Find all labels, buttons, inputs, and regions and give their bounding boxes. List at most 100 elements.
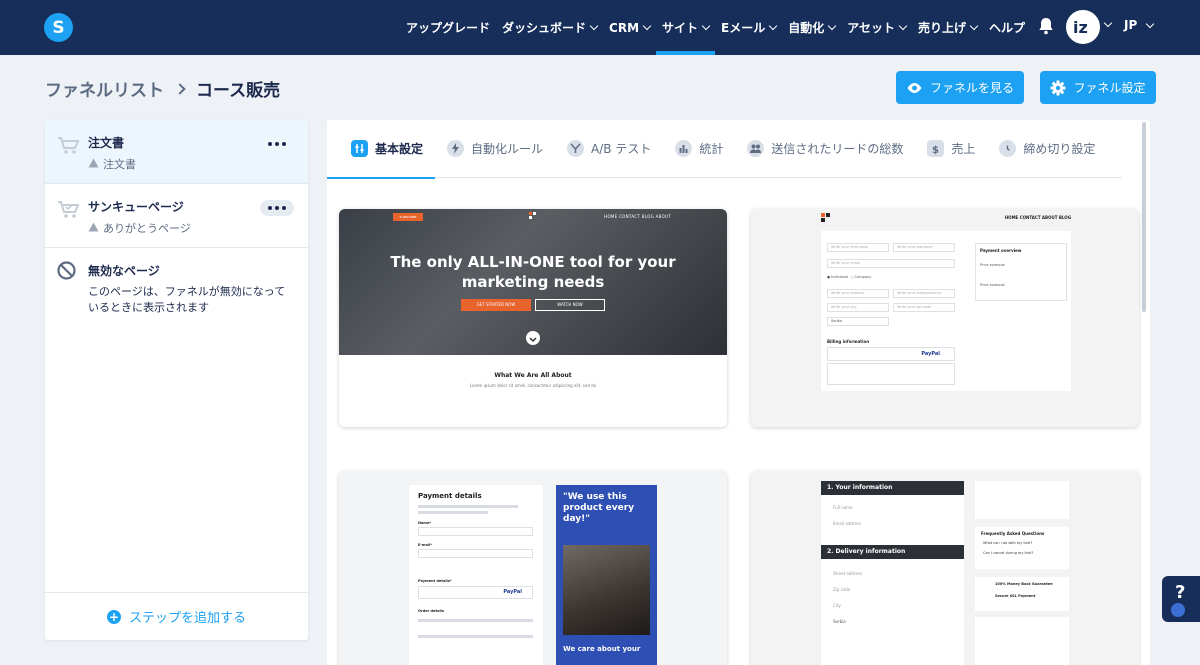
vertical-scrollbar[interactable] [1142, 122, 1146, 312]
template-card-payment-testimonial[interactable]: Payment details Name* E-mail* Payment de… [339, 471, 727, 665]
nav-item-sales[interactable]: 売り上げ [912, 0, 983, 55]
tab-total-leads[interactable]: 送信されたリードの総数 [747, 120, 903, 178]
app-logo[interactable]: S [44, 13, 73, 42]
funnel-steps-sidebar: 注文書 注文書 サンキューページ ありがとうページ 無効なページ このページは、… [45, 120, 308, 640]
nav-item-sites[interactable]: サイト [656, 0, 716, 55]
field-placeholder: Email address [833, 521, 862, 526]
chevron-right-icon [174, 82, 186, 95]
nav-item-crm[interactable]: CRM [603, 0, 656, 55]
nav-item-assets[interactable]: アセット [841, 0, 912, 55]
field-placeholder: Full name [833, 505, 853, 510]
chevron-down-icon [642, 21, 652, 31]
tab-automation-rules[interactable]: 自動化ルール [447, 120, 543, 178]
tab-label: 送信されたリードの総数 [771, 142, 904, 156]
language-selector[interactable]: JP [1124, 18, 1155, 32]
tab-deadline-settings[interactable]: 締め切り設定 [999, 120, 1095, 178]
nav-item-upgrade[interactable]: アップグレード [400, 0, 496, 55]
template-section-subtitle: Lorem ipsum dolor sit amet, consectetur … [469, 383, 597, 388]
funnel-settings-label: ファネル設定 [1073, 81, 1146, 95]
testimonial-footer: We care about your [563, 645, 641, 653]
nav-item-label: Eメール [721, 21, 766, 35]
step-thank-you-page[interactable]: サンキューページ ありがとうページ [45, 184, 308, 248]
template-payment-form: Payment details Name* E-mail* Payment de… [409, 485, 543, 665]
template-faq: Frequently Asked Questions What can I do… [975, 527, 1069, 569]
invalid-page-step[interactable]: 無効なページ このページは、ファネルが無効になって いるときに表示されます [45, 248, 308, 316]
page-title: コース販売 [196, 81, 281, 101]
chevron-down-icon [1146, 19, 1155, 28]
dot [275, 206, 279, 210]
invalid-page-description: このページは、ファネルが無効になって いるときに表示されます [88, 284, 288, 316]
tab-basic-settings[interactable]: 基本設定 [327, 120, 436, 179]
field-placeholder: Write your city [831, 305, 857, 309]
chevron-down-icon [589, 21, 599, 31]
field-placeholder: Write your address [831, 291, 865, 295]
step-subtitle: 注文書 [88, 156, 308, 172]
template-nav-links: HOME CONTACT ABOUT BLOG [1004, 215, 1071, 220]
nav-item-label: ヘルプ [989, 21, 1026, 35]
field-placeholder: Street address [833, 571, 863, 576]
field-label: Name* [418, 521, 432, 525]
nav-item-email[interactable]: Eメール [715, 0, 782, 55]
bar-chart-icon [675, 140, 693, 157]
nav-item-label: アセット [847, 21, 896, 35]
chevron-down-icon [969, 21, 979, 31]
faq-title: Frequently Asked Questions [981, 531, 1045, 536]
template-card-hero[interactable]: SUBSCRIBE HOME CONTACT BLOG ABOUT The on… [339, 209, 727, 427]
section-header: 1. Your information [821, 481, 964, 495]
ban-icon [57, 261, 76, 280]
svg-text:?: ? [1175, 582, 1185, 603]
description-line: このページは、ファネルが無効になって [88, 285, 286, 298]
add-step-button[interactable]: + ステップを追加する [45, 592, 308, 640]
users-icon [747, 140, 765, 157]
nav-item-label: ダッシュボード [502, 21, 587, 35]
field-placeholder: Write your lastname [897, 245, 933, 249]
nav-item-automation[interactable]: 自動化 [782, 0, 841, 55]
language-label: JP [1124, 18, 1138, 32]
quote-line: day!" [563, 514, 590, 524]
template-card-checkout[interactable]: HOME CONTACT ABOUT BLOG Write your first… [751, 209, 1139, 427]
nav-item-dashboard[interactable]: ダッシュボード [496, 0, 603, 55]
step-subtitle-text: 注文書 [103, 158, 136, 171]
step-order-form[interactable]: 注文書 注文書 [45, 120, 308, 184]
plus-icon: + [106, 609, 121, 624]
dollar-icon: $ [927, 140, 945, 157]
breadcrumb-funnel-list[interactable]: ファネルリスト [45, 76, 164, 101]
price-example: Price example [980, 283, 1005, 287]
tab-label: 自動化ルール [471, 142, 544, 156]
sliders-icon [351, 140, 368, 157]
cart-icon [58, 137, 79, 154]
chevron-down-icon[interactable] [1103, 18, 1113, 28]
template-guarantees: 100% Money Back Guarantee Secure SSL Pay… [975, 577, 1069, 611]
dot [282, 142, 286, 146]
user-avatar[interactable]: iz [1066, 10, 1100, 44]
field-placeholder: Write your state/province [897, 291, 942, 295]
help-widget-button[interactable]: ? [1162, 576, 1200, 622]
svg-text:iz: iz [1073, 18, 1088, 37]
payment-overview-title: Payment overview [980, 248, 1022, 253]
step-menu-button[interactable] [260, 200, 294, 216]
badge-text: SUBSCRIBE [399, 215, 417, 219]
template-terms [975, 617, 1069, 665]
split-icon [567, 140, 585, 157]
tab-sales[interactable]: $ 売上 [927, 120, 975, 178]
bell-icon[interactable] [1038, 17, 1054, 35]
template-card-delivery[interactable]: 1. Your information Full name Email addr… [751, 471, 1139, 665]
funnel-settings-button[interactable]: ファネル設定 [1040, 71, 1156, 104]
order-details-title: Order details [418, 609, 444, 613]
template-hero-image: SUBSCRIBE HOME CONTACT BLOG ABOUT The on… [339, 209, 727, 355]
template-cta-secondary: WATCH NOW [535, 299, 605, 311]
nav-item-help[interactable]: ヘルプ [983, 0, 1031, 55]
tab-bar: 基本設定 自動化ルール A/B テスト 統計 送信されたリードの総数 $ 売上 締… [327, 120, 1122, 179]
tab-statistics[interactable]: 統計 [675, 120, 723, 178]
step-menu-button[interactable] [260, 136, 294, 152]
nav-menu: アップグレード ダッシュボード CRM サイト Eメール 自動化 アセット 売り… [400, 0, 1031, 55]
paypal-logo: PayPal [503, 589, 522, 595]
template-nav-links: HOME CONTACT BLOG ABOUT [604, 214, 671, 219]
view-funnel-label: ファネルを見る [929, 81, 1014, 95]
template-headline: The only ALL-IN-ONE tool for your [390, 253, 676, 271]
radio-label: Individual [831, 275, 849, 279]
tab-ab-test[interactable]: A/B テスト [567, 120, 651, 178]
quote-line: product every [563, 503, 635, 513]
testimonial-quote: "We use this product every day!" [556, 485, 657, 525]
view-funnel-button[interactable]: ファネルを見る [896, 71, 1024, 104]
